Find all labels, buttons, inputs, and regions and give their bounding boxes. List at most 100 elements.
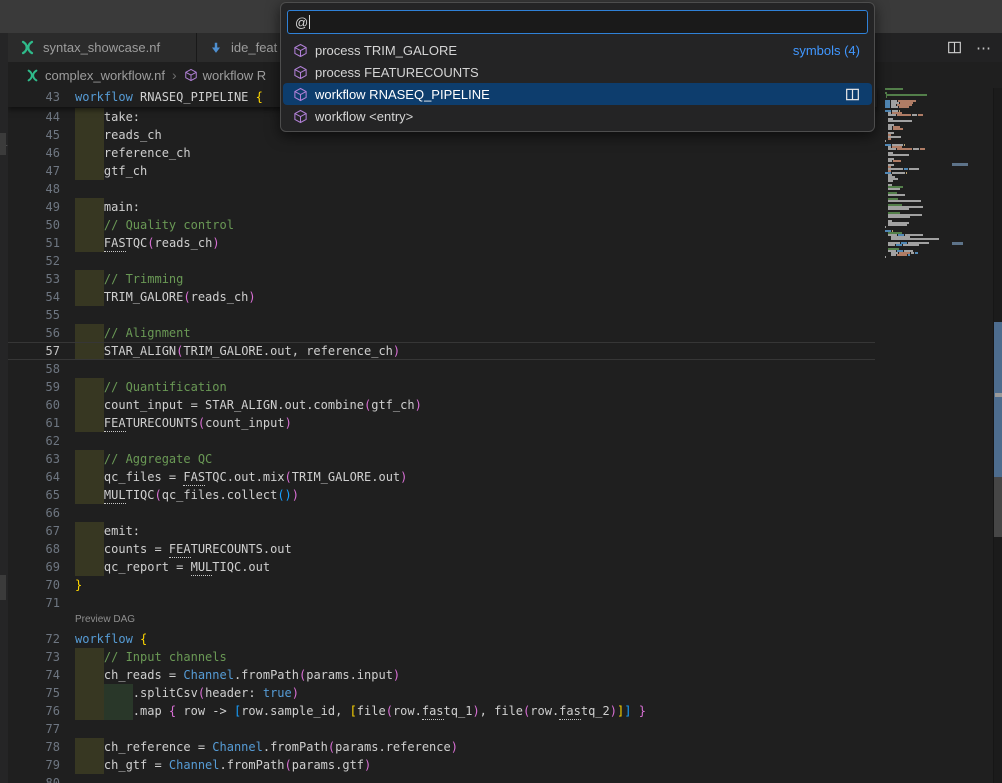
line-number: 55 <box>8 306 60 324</box>
code-line-70[interactable]: 70} <box>8 576 877 594</box>
line-number: 50 <box>8 216 60 234</box>
tab-syntax-showcase[interactable]: syntax_showcase.nf <box>8 33 197 62</box>
breadcrumb-file[interactable]: complex_workflow.nf <box>45 68 165 83</box>
minimap-line <box>888 200 922 202</box>
vscode-window: syntax_showcase.nf ide_feat ⋯ <box>0 0 1002 783</box>
line-text: // Trimming <box>75 270 183 288</box>
left-strip-thumb[interactable] <box>0 133 6 155</box>
line-number: 63 <box>8 450 60 468</box>
line-number: 73 <box>8 648 60 666</box>
quick-pick-query: @ <box>295 15 308 30</box>
line-text: qc_report = MULTIQC.out <box>75 558 270 576</box>
minimap[interactable] <box>877 88 977 783</box>
code-line-78[interactable]: 78 ch_reference = Channel.fromPath(param… <box>8 738 877 756</box>
code-line-73[interactable]: 73 // Input channels <box>8 648 877 666</box>
more-actions-button[interactable]: ⋯ <box>976 39 992 57</box>
code-line-49[interactable]: 49 main: <box>8 198 877 216</box>
line-text: qc_files = FASTQC.out.mix(TRIM_GALORE.ou… <box>75 468 407 486</box>
line-text: main: <box>75 198 140 216</box>
code-line-53[interactable]: 53 // Trimming <box>8 270 877 288</box>
code-line-67[interactable]: 67 emit: <box>8 522 877 540</box>
minimap-line <box>885 88 904 90</box>
codelens-preview-dag[interactable]: Preview DAG <box>75 613 135 627</box>
right-scrollbar-strip[interactable] <box>993 88 1002 783</box>
quick-pick-item[interactable]: workflow RNASEQ_PIPELINE <box>283 83 872 105</box>
code-line-66[interactable]: 66 <box>8 504 877 522</box>
code-line-74[interactable]: 74 ch_reads = Channel.fromPath(params.in… <box>8 666 877 684</box>
code-line-68[interactable]: 68 counts = FEATURECOUNTS.out <box>8 540 877 558</box>
quick-pick-item-label: process TRIM_GALORE <box>315 43 457 58</box>
code-line-48[interactable]: 48 <box>8 180 877 198</box>
quick-pick-input[interactable]: @ <box>287 10 868 34</box>
minimap-line <box>891 238 940 240</box>
line-number: 53 <box>8 270 60 288</box>
minimap-line <box>888 138 891 140</box>
minimap-line <box>891 254 911 256</box>
line-text: workflow RNASEQ_PIPELINE { <box>75 88 263 106</box>
minimap-line <box>888 160 902 162</box>
quick-pick-item[interactable]: workflow <entry> <box>283 105 872 127</box>
line-number: 46 <box>8 144 60 162</box>
line-text: emit: <box>75 522 140 540</box>
code-editor[interactable]: 44 take:45 reads_ch46 reference_ch47 gtf… <box>8 88 993 783</box>
code-line-51[interactable]: 51 FASTQC(reads_ch) <box>8 234 877 252</box>
line-number: 59 <box>8 378 60 396</box>
code-line-79[interactable]: 79 ch_gtf = Channel.fromPath(params.gtf) <box>8 756 877 774</box>
split-editor-action-icon[interactable] <box>845 87 860 102</box>
quick-pick-item-label: workflow RNASEQ_PIPELINE <box>315 87 490 102</box>
code-line-75[interactable]: 75 .splitCsv(header: true) <box>8 684 877 702</box>
line-text: counts = FEATURECOUNTS.out <box>75 540 292 558</box>
code-line-54[interactable]: 54 TRIM_GALORE(reads_ch) <box>8 288 877 306</box>
scrollbar-segment[interactable] <box>994 322 1002 477</box>
line-text: count_input = STAR_ALIGN.out.combine(gtf… <box>75 396 422 414</box>
line-text: FEATURECOUNTS(count_input) <box>75 414 292 432</box>
line-text: take: <box>75 108 140 126</box>
code-line-71[interactable]: 71 <box>8 594 877 612</box>
code-line-77[interactable]: 77 <box>8 720 877 738</box>
code-line-56[interactable]: 56 // Alignment <box>8 324 877 342</box>
line-text: // Quality control <box>75 216 234 234</box>
code-line-50[interactable]: 50 // Quality control <box>8 216 877 234</box>
code-line-76[interactable]: 76 .map { row -> [row.sample_id, [file(r… <box>8 702 877 720</box>
symbol-cube-icon <box>293 43 308 58</box>
scrollbar-segment[interactable] <box>994 477 1002 537</box>
quick-pick-item[interactable]: process TRIM_GALOREsymbols (4) <box>283 39 872 61</box>
breadcrumb-symbol[interactable]: workflow R <box>203 68 267 83</box>
line-number: 77 <box>8 720 60 738</box>
line-number: 43 <box>8 88 60 106</box>
scrollbar-segment[interactable] <box>995 393 1002 397</box>
line-text: reference_ch <box>75 144 191 162</box>
code-line-60[interactable]: 60 count_input = STAR_ALIGN.out.combine(… <box>8 396 877 414</box>
code-line-62[interactable]: 62 <box>8 432 877 450</box>
minimap-line <box>886 94 929 96</box>
code-line-80[interactable]: 80 <box>8 774 877 783</box>
code-line-59[interactable]: 59 // Quantification <box>8 378 877 396</box>
minimap-line <box>888 114 924 116</box>
minimap-line <box>888 216 911 218</box>
code-line-63[interactable]: 63 // Aggregate QC <box>8 450 877 468</box>
code-line-64[interactable]: 64 qc_files = FASTQC.out.mix(TRIM_GALORE… <box>8 468 877 486</box>
quick-pick-item[interactable]: process FEATURECOUNTS <box>283 61 872 83</box>
line-number: 71 <box>8 594 60 612</box>
line-number: 80 <box>8 774 60 783</box>
split-editor-button[interactable] <box>947 40 962 55</box>
minimap-line <box>886 96 889 98</box>
code-line-52[interactable]: 52 <box>8 252 877 270</box>
code-line-47[interactable]: 47 gtf_ch <box>8 162 877 180</box>
code-line-46[interactable]: 46 reference_ch <box>8 144 877 162</box>
code-line-69[interactable]: 69 qc_report = MULTIQC.out <box>8 558 877 576</box>
line-text: // Alignment <box>75 324 191 342</box>
code-line-65[interactable]: 65 MULTIQC(qc_files.collect()) <box>8 486 877 504</box>
line-text: reads_ch <box>75 126 162 144</box>
symbol-cube-icon <box>184 68 198 82</box>
left-strip-thumb[interactable] <box>0 575 6 600</box>
code-line-61[interactable]: 61 FEATURECOUNTS(count_input) <box>8 414 877 432</box>
code-line-58[interactable]: 58 <box>8 360 877 378</box>
minimap-line <box>888 208 910 210</box>
line-text: gtf_ch <box>75 162 147 180</box>
line-text: TRIM_GALORE(reads_ch) <box>75 288 256 306</box>
minimap-line <box>885 140 887 142</box>
line-number: 70 <box>8 576 60 594</box>
code-line-72[interactable]: 72workflow { <box>8 630 877 648</box>
code-line-55[interactable]: 55 <box>8 306 877 324</box>
